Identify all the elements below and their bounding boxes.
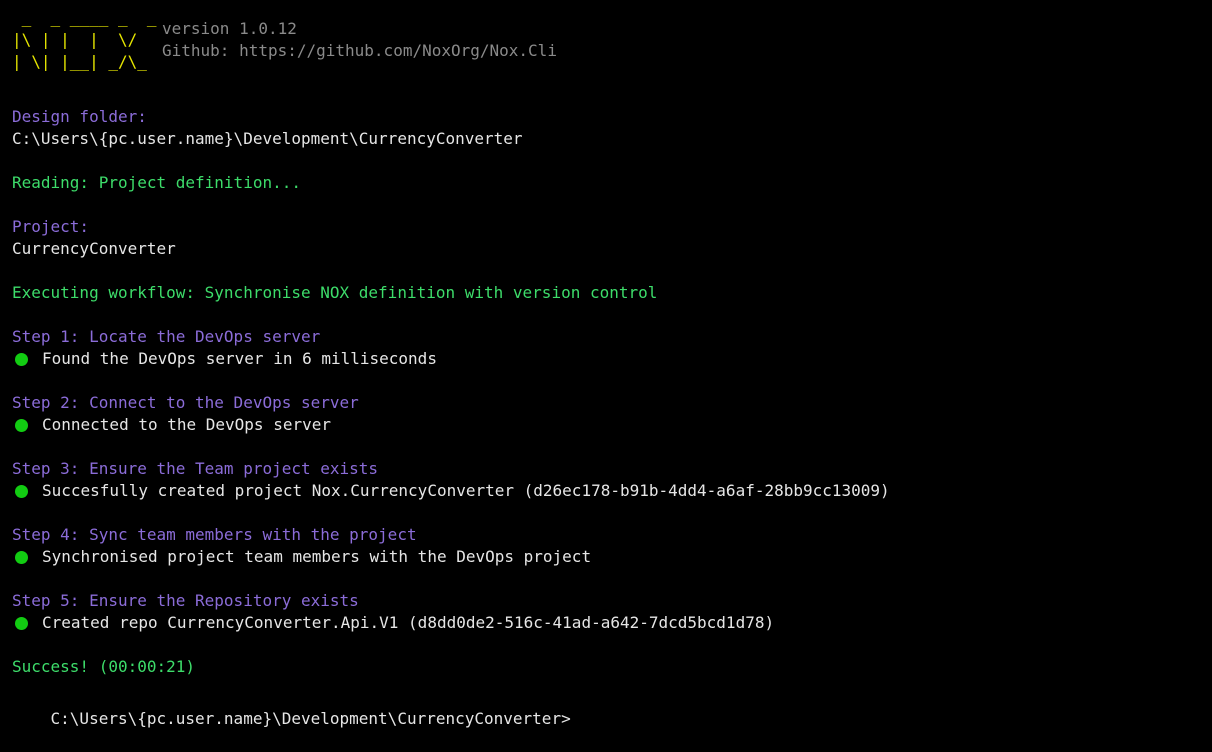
step-2-result: Connected to the DevOps server	[42, 415, 331, 434]
step-1-result: Found the DevOps server in 6 millisecond…	[42, 349, 437, 368]
step-4-result-row: Synchronised project team members with t…	[12, 546, 591, 568]
step-4-title: Step 4: Sync team members with the proje…	[12, 525, 417, 544]
step-2-result-row: Connected to the DevOps server	[12, 414, 331, 436]
version-text: version 1.0.12	[162, 19, 297, 38]
text-cursor[interactable]	[571, 711, 572, 728]
step-3-title: Step 3: Ensure the Team project exists	[12, 459, 379, 478]
step-3-result: Succesfully created project Nox.Currency…	[42, 481, 890, 500]
command-prompt-line[interactable]: C:\Users\{pc.user.name}\Development\Curr…	[12, 686, 572, 728]
green-dot-icon	[15, 352, 28, 366]
project-name: CurrencyConverter	[12, 239, 176, 258]
workflow-status: Executing workflow: Synchronise NOX defi…	[12, 283, 658, 302]
green-dot-icon	[15, 418, 28, 432]
step-5-result: Created repo CurrencyConverter.Api.V1 (d…	[42, 613, 775, 632]
step-1-title: Step 1: Locate the DevOps server	[12, 327, 321, 346]
reading-status: Reading: Project definition...	[12, 173, 301, 192]
green-dot-icon	[15, 616, 28, 630]
prompt-path: C:\Users\{pc.user.name}\Development\Curr…	[50, 709, 571, 728]
project-label: Project:	[12, 217, 90, 236]
step-1-result-row: Found the DevOps server in 6 millisecond…	[12, 348, 437, 370]
green-dot-icon	[15, 550, 28, 564]
step-2-title: Step 2: Connect to the DevOps server	[12, 393, 359, 412]
step-5-result-row: Created repo CurrencyConverter.Api.V1 (d…	[12, 612, 774, 634]
terminal-window[interactable]: _ _ ____ _ _ |\ | | | \/ | \| |__| _/\_ …	[0, 0, 1212, 728]
green-dot-icon	[15, 484, 28, 498]
design-folder-path: C:\Users\{pc.user.name}\Development\Curr…	[12, 129, 523, 148]
github-link-text: Github: https://github.com/NoxOrg/Nox.Cl…	[162, 41, 557, 60]
design-folder-label: Design folder:	[12, 107, 147, 126]
step-3-result-row: Succesfully created project Nox.Currency…	[12, 480, 890, 502]
nox-ascii-logo: _ _ ____ _ _ |\ | | | \/ | \| |__| _/\_	[12, 8, 157, 71]
success-summary: Success! (00:00:21)	[12, 657, 196, 676]
step-4-result: Synchronised project team members with t…	[42, 547, 592, 566]
step-5-title: Step 5: Ensure the Repository exists	[12, 591, 359, 610]
